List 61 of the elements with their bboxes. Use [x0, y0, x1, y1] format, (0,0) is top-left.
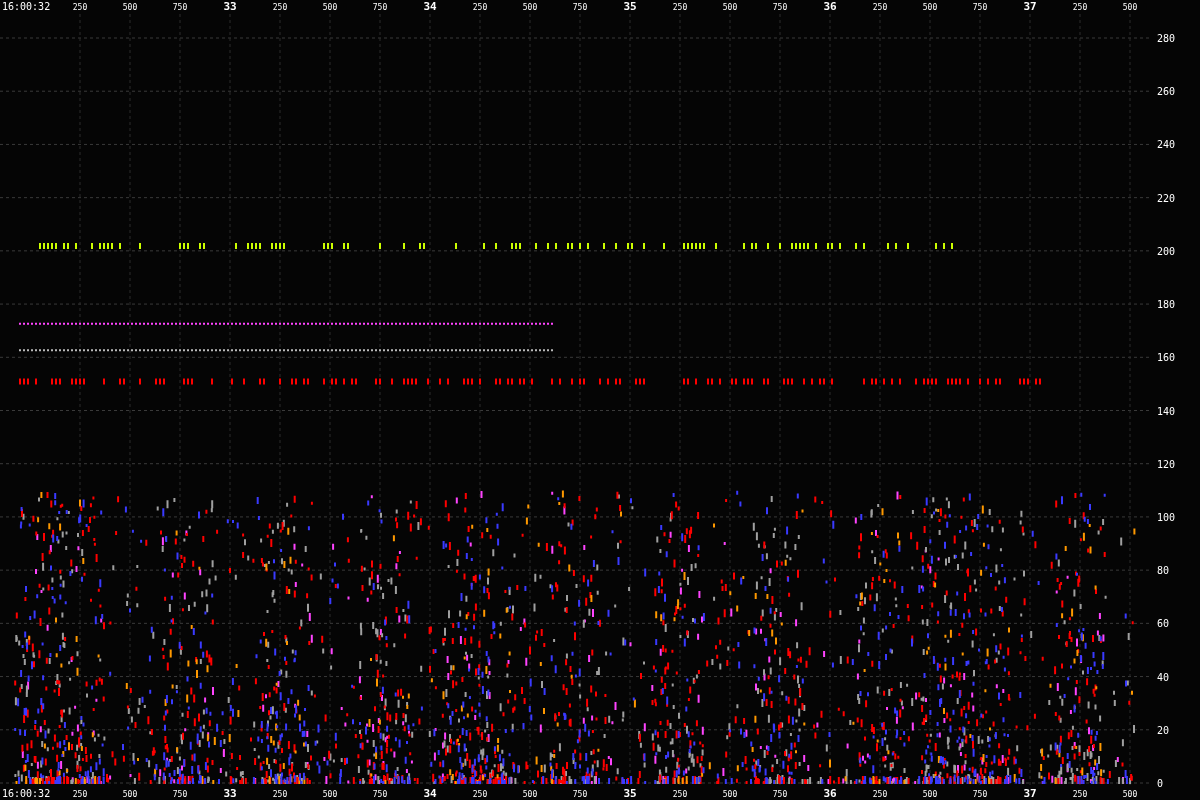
time-axis-label: 750: [972, 790, 988, 799]
value-axis-label: 280: [1157, 33, 1176, 44]
value-axis-label: 180: [1157, 299, 1176, 311]
time-axis-label: 750: [972, 3, 988, 12]
value-axis-label: 200: [1157, 245, 1176, 257]
value-axis-label: 120: [1157, 458, 1176, 470]
time-axis-label: 500: [322, 3, 338, 12]
time-axis-label: 500: [1122, 3, 1138, 12]
time-axis-label: 250: [672, 3, 688, 12]
time-axis-label: 250: [472, 790, 488, 799]
time-axis-label: 750: [172, 790, 188, 799]
time-axis-label: 35: [623, 0, 637, 13]
time-axis-label: 500: [522, 3, 538, 12]
value-axis-label: 60: [1157, 618, 1170, 630]
time-axis-label: 250: [872, 3, 888, 12]
time-axis-label: 500: [122, 790, 138, 799]
time-axis-label: 500: [722, 790, 738, 799]
time-axis-label: 250: [472, 3, 488, 12]
time-axis-label: 16:00:32: [2, 788, 51, 799]
value-axis-label: 0: [1157, 778, 1164, 789]
time-axis-label: 37: [1023, 787, 1037, 800]
time-axis-label: 750: [372, 3, 388, 12]
time-axis-label: 33: [223, 787, 237, 800]
value-axis-label: 160: [1157, 352, 1176, 364]
time-axis-label: 500: [322, 790, 338, 799]
time-axis-label: 500: [922, 3, 938, 12]
time-axis-label: 750: [572, 790, 588, 799]
time-axis-label: 36: [823, 0, 837, 13]
time-axis-label: 500: [122, 3, 138, 12]
time-axis-label: 750: [172, 3, 188, 12]
time-axis-label: 250: [1072, 3, 1088, 12]
value-axis-label: 140: [1157, 405, 1176, 417]
time-axis-label: 250: [872, 790, 888, 799]
time-axis-label: 750: [372, 790, 388, 799]
time-axis-label: 750: [772, 790, 788, 799]
time-axis-label: 36: [823, 787, 837, 800]
value-axis-label: 80: [1157, 565, 1170, 577]
time-axis-label: 250: [272, 3, 288, 12]
time-axis-label: 37: [1023, 0, 1037, 13]
time-axis-label: 250: [1072, 790, 1088, 799]
time-axis-label: 250: [72, 790, 88, 799]
value-axis-label: 20: [1157, 724, 1170, 736]
value-axis-label: 40: [1157, 671, 1170, 683]
time-axis-label: 750: [572, 3, 588, 12]
time-axis-label: 500: [522, 790, 538, 799]
time-axis-label: 34: [423, 787, 437, 800]
time-axis-label: 16:00:32: [2, 1, 51, 12]
value-axis-label: 100: [1157, 511, 1176, 523]
time-axis-label: 250: [272, 790, 288, 799]
time-axis-label: 33: [223, 0, 237, 13]
time-axis-label: 500: [722, 3, 738, 12]
time-axis-label: 750: [772, 3, 788, 12]
time-axis-label: 500: [922, 790, 938, 799]
time-axis-label: 34: [423, 0, 437, 13]
value-axis-label: 240: [1157, 139, 1176, 151]
value-axis-label: 220: [1157, 192, 1176, 204]
time-axis-label: 500: [1122, 790, 1138, 799]
time-axis-label: 250: [672, 790, 688, 799]
time-axis-label: 35: [623, 787, 637, 800]
time-axis-label: 250: [72, 3, 88, 12]
value-axis-label: 260: [1157, 86, 1176, 98]
